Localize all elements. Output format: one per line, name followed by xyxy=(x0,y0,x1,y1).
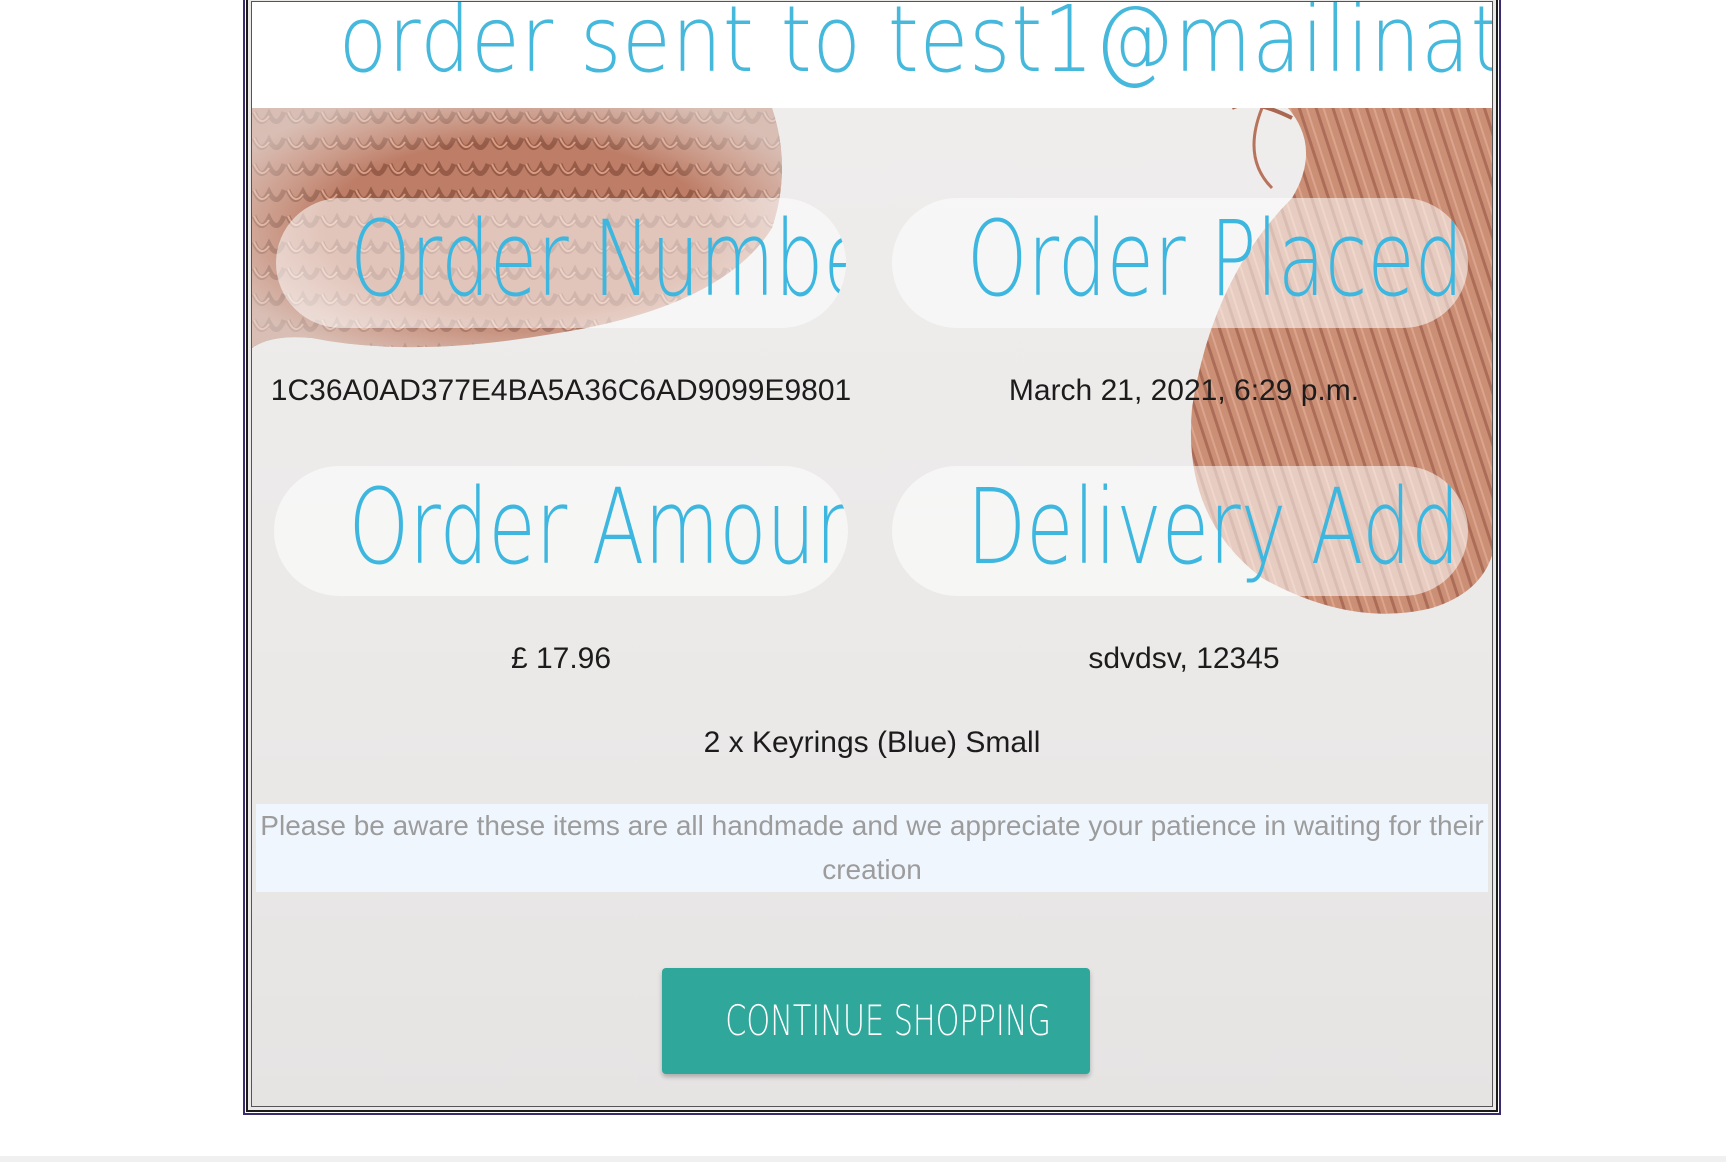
order-amount-value: £ 17.96 xyxy=(510,642,612,675)
confirmation-email-text: order sent to test1@mailinator.com xyxy=(338,2,1492,93)
order-number-value: 1C36A0AD377E4BA5A36C6AD9099E9801 xyxy=(270,374,852,407)
order-placed-value: March 21, 2021, 6:29 p.m. xyxy=(1008,374,1360,407)
order-placed-heading: Order Placed: xyxy=(892,198,1468,328)
continue-shopping-button[interactable]: CONTINUE SHOPPING xyxy=(662,968,1090,1074)
order-items-summary: 2 x Keyrings (Blue) Small xyxy=(703,726,1041,759)
order-number-heading: Order Number: xyxy=(276,198,846,328)
order-confirmation-card: order sent to test1@mailinator.com xyxy=(243,0,1501,1115)
delivery-address-heading: Delivery Address: xyxy=(892,466,1468,596)
card-inner: order sent to test1@mailinator.com xyxy=(251,1,1493,1107)
page-bottom-strip xyxy=(0,1156,1726,1162)
order-amount-heading: Order Amount: xyxy=(274,466,848,596)
order-details: Order Number: Order Placed: 1C36A0AD377E… xyxy=(252,2,1492,1106)
handmade-notice: Please be aware these items are all hand… xyxy=(256,804,1488,892)
delivery-address-value: sdvdsv, 12345 xyxy=(1088,642,1280,675)
confirmation-header: order sent to test1@mailinator.com xyxy=(252,2,1492,108)
continue-shopping-label: CONTINUE SHOPPING xyxy=(725,996,1051,1045)
